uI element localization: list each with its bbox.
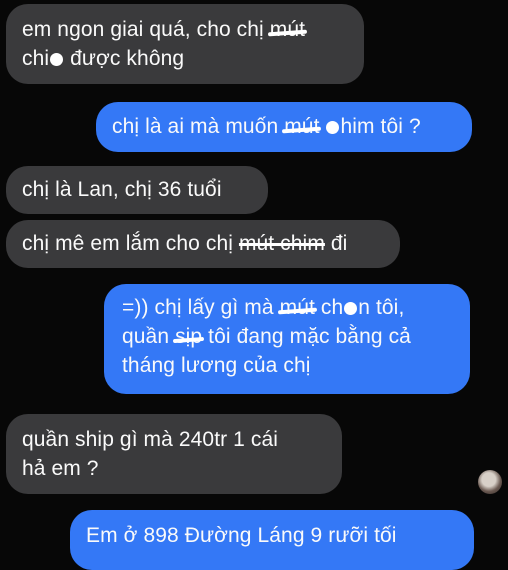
message-text: chị là ai mà muốn bbox=[112, 115, 285, 138]
message-text: chi bbox=[22, 47, 50, 70]
message-text: quần ship gì mà 240tr 1 cái bbox=[22, 428, 279, 451]
message-line: quần sịp tôi đang mặc bằng cả bbox=[122, 322, 454, 351]
avatar[interactable] bbox=[478, 470, 502, 494]
message-text: đi bbox=[324, 232, 348, 255]
message-bubble-incoming[interactable]: chị là Lan, chị 36 tuổi bbox=[6, 166, 268, 214]
message-text: ch bbox=[320, 296, 344, 319]
message-bubble-outgoing[interactable]: chị là ai mà muốn mút him tôi ? bbox=[96, 102, 472, 152]
message-text: chị là Lan, chị 36 tuổi bbox=[22, 178, 222, 201]
message-text: em ngon giai quá, cho chị bbox=[22, 18, 270, 41]
message-text: tôi đang mặc bằng cả bbox=[202, 325, 411, 348]
censored-word: sịp bbox=[175, 325, 203, 348]
message-text: hả em ? bbox=[22, 457, 99, 480]
message-text: Em ở 898 Đường Láng 9 rưỡi tối bbox=[86, 524, 397, 547]
message-text: quần bbox=[122, 325, 176, 348]
message-bubble-incoming[interactable]: chị mê em lắm cho chị mút chim đi bbox=[6, 220, 400, 268]
censored-word: mút chim bbox=[238, 232, 325, 255]
message-text: được không bbox=[70, 47, 185, 70]
censor-dot bbox=[344, 301, 358, 315]
message-bubble-incoming[interactable]: quần ship gì mà 240tr 1 cái hả em ? bbox=[6, 414, 342, 494]
censored-word: mút bbox=[279, 296, 315, 319]
message-bubble-outgoing[interactable]: =)) chị lấy gì mà mút ch n tôi, quần sịp … bbox=[104, 284, 470, 394]
censor-dot bbox=[326, 120, 340, 134]
message-text: tháng lương của chị bbox=[122, 354, 311, 377]
message-bubble-incoming[interactable]: em ngon giai quá, cho chị mút chi được k… bbox=[6, 4, 364, 84]
message-line: em ngon giai quá, cho chị mút bbox=[22, 15, 348, 44]
message-line: chi được không bbox=[22, 44, 348, 73]
message-bubble-outgoing[interactable]: Em ở 898 Đường Láng 9 rưỡi tối bbox=[70, 510, 474, 570]
message-line: tháng lương của chị bbox=[122, 351, 454, 380]
message-text: n tôi, bbox=[358, 296, 405, 319]
censor-dot bbox=[50, 52, 64, 66]
message-line: chị mê em lắm cho chị mút chim đi bbox=[22, 229, 384, 258]
message-line: chị là ai mà muốn mút him tôi ? bbox=[112, 112, 456, 141]
censored-word: mút bbox=[284, 115, 320, 138]
message-text: =)) chị lấy gì mà bbox=[122, 296, 280, 319]
censored-word: mút bbox=[269, 18, 306, 41]
message-text: him tôi ? bbox=[340, 115, 421, 138]
message-text: chị mê em lắm cho chị bbox=[22, 232, 239, 255]
message-line: =)) chị lấy gì mà mút ch n tôi, bbox=[122, 293, 454, 322]
